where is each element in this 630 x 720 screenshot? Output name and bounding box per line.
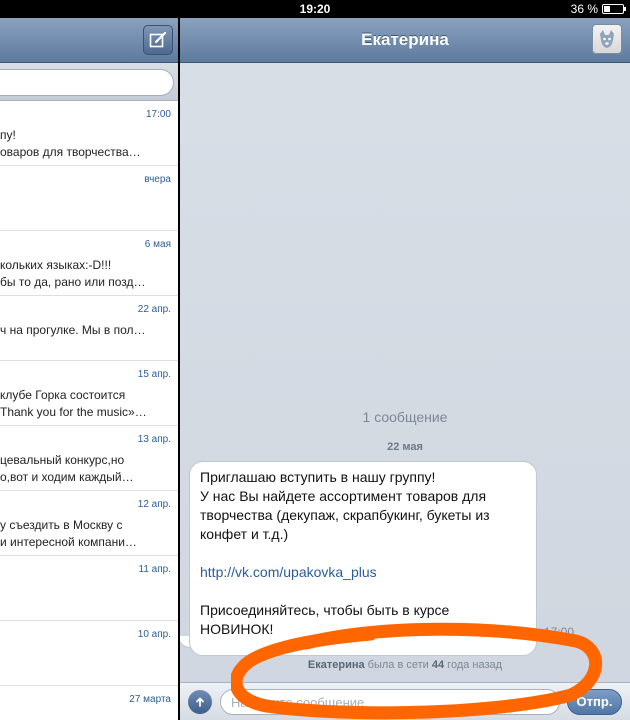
battery-icon: [602, 4, 626, 14]
message-input[interactable]: [220, 689, 560, 715]
message-line: НОВИНОК!: [200, 621, 274, 637]
dialog-item[interactable]: вчера: [0, 166, 178, 231]
dialog-preview-line: клубе Горка состоится: [0, 388, 126, 402]
online-status-number: 44: [431, 659, 445, 671]
dialog-preview-line: о,вот и ходим каждый…: [0, 470, 134, 484]
dialog-item[interactable]: 11 апр.: [0, 556, 178, 621]
message-count: 1 сообщение: [362, 409, 448, 425]
dialog-item[interactable]: 12 апр. у съездить в Москву с и интересн…: [0, 491, 178, 556]
search-input[interactable]: [0, 69, 174, 96]
dialog-preview-line: бы то да, рано или позд…: [0, 275, 146, 289]
dialog-time: 27 марта: [129, 694, 171, 705]
dialog-item[interactable]: 6 мая кольких языках:-D!!! бы то да, ран…: [0, 231, 178, 296]
vk-dog-avatar-icon: [600, 30, 614, 48]
compose-button[interactable]: [143, 25, 173, 55]
dialog-item[interactable]: 13 апр. цевальный конкурс,но о,вот и ход…: [0, 426, 178, 491]
dialog-time: 22 апр.: [137, 304, 171, 315]
online-status-text: года назад: [444, 659, 503, 671]
dialog-list: 17:00 пу! оваров для творчества… вчера 6…: [0, 101, 178, 720]
message-line: У нас Вы найдете ассортимент товаров для: [200, 488, 487, 504]
message-line: конфет и т.д.): [200, 526, 289, 542]
message-line: творчества (декупаж, скрапбукинг, букеты…: [200, 507, 490, 523]
online-status-text: была в сети: [364, 659, 432, 671]
dialog-preview-line: пу!: [0, 128, 16, 142]
dialog-time: 13 апр.: [137, 434, 171, 445]
dialog-preview-line: Thank you for the music»…: [0, 405, 147, 419]
avatar[interactable]: [592, 24, 622, 54]
dialog-preview-line: оваров для творчества…: [0, 145, 141, 159]
dialog-time: 11 апр.: [138, 564, 171, 575]
dialog-item[interactable]: 15 апр. клубе Горка состоится Thank you …: [0, 361, 178, 426]
search-bar: [0, 63, 178, 101]
send-button[interactable]: Отпр.: [567, 689, 622, 715]
status-bar: 19:20 36 %: [0, 0, 630, 18]
message-time: 17:00: [543, 625, 574, 639]
dialog-preview-line: цевальный конкурс,но: [0, 453, 125, 467]
dialog-item[interactable]: 10 апр.: [0, 621, 178, 686]
dialog-list-pane: 17:00 пу! оваров для творчества… вчера 6…: [0, 18, 178, 720]
dialogs-nav-bar: [0, 18, 178, 63]
dialog-preview-line: кольких языках:-D!!!: [0, 258, 112, 272]
message-line: Приглашаю вступить в нашу группу!: [200, 469, 436, 485]
dialog-time: 15 апр.: [137, 369, 171, 380]
attach-button[interactable]: [188, 690, 212, 714]
dialog-item[interactable]: 27 марта: [0, 686, 178, 720]
chat-pane: Екатерина 1 сообщение 22 мая Приглашаю в…: [180, 18, 630, 720]
dialog-time: 10 апр.: [137, 629, 171, 640]
compose-icon: [149, 31, 167, 48]
chat-title: Екатерина: [361, 30, 449, 49]
dialog-preview-line: и интересной компани…: [0, 535, 137, 549]
online-status-name: Екатерина: [307, 659, 365, 671]
battery-status: 36 %: [570, 2, 626, 16]
dialog-preview-line: у съездить в Москву с: [0, 518, 123, 532]
message-line: Присоединяйтесь, чтобы быть в курсе: [200, 602, 450, 618]
message-date: 22 мая: [387, 441, 423, 453]
message-input-bar: Отпр.: [180, 682, 630, 720]
battery-percent: 36 %: [570, 2, 598, 16]
chat-nav-bar: Екатерина: [180, 18, 630, 63]
message-bubble[interactable]: Приглашаю вступить в нашу группу! У нас …: [189, 461, 537, 656]
upload-arrow-icon: [196, 697, 204, 707]
status-time: 19:20: [299, 2, 331, 16]
online-status: Екатерина была в сети 44 года назад: [180, 659, 630, 671]
dialog-time: вчера: [144, 174, 171, 185]
dialog-preview-line: ч на прогулке. Мы в пол…: [0, 323, 146, 337]
dialog-time: 12 апр.: [137, 499, 171, 510]
dialog-item[interactable]: 22 апр. ч на прогулке. Мы в пол…: [0, 296, 178, 361]
dialog-time: 6 мая: [144, 239, 171, 250]
dialog-item[interactable]: 17:00 пу! оваров для творчества…: [0, 101, 178, 166]
dialog-time: 17:00: [145, 109, 171, 120]
message-link[interactable]: http://vk.com/upakovka_plus: [200, 563, 536, 582]
